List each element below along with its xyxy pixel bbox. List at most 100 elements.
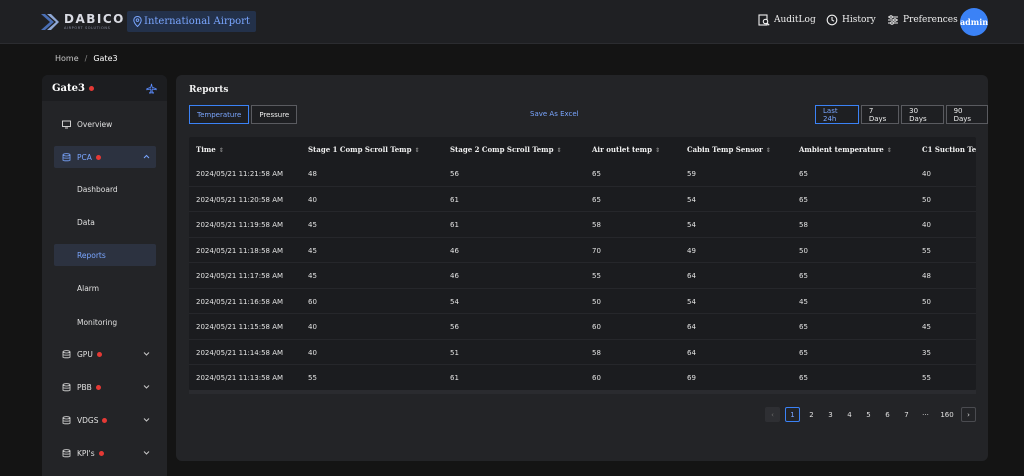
table-cell: 55 <box>592 272 601 280</box>
range-90-days[interactable]: 90 Days <box>945 105 988 124</box>
table-cell: 48 <box>922 272 931 280</box>
range-30-days[interactable]: 30 Days <box>901 105 944 124</box>
table-cell: 45 <box>922 323 931 331</box>
column-header-label: Stage 1 Comp Scroll Temp <box>308 145 412 154</box>
table-cell: 64 <box>687 272 696 280</box>
range-last-24h[interactable]: Last 24h <box>815 105 859 124</box>
page-1[interactable]: 1 <box>785 407 800 422</box>
page-last[interactable]: 160 <box>937 407 957 422</box>
table-cell: 51 <box>450 348 459 357</box>
table-row: 2024/05/21 11:17:58 AM 45 46 55 64 65 48 <box>189 263 976 289</box>
breadcrumb-home[interactable]: Home <box>55 54 79 63</box>
table-cell: 40 <box>308 195 317 204</box>
table-header: Time ⇕ Stage 1 Comp Scroll Temp ⇕ Stage 2 Co… <box>189 137 976 161</box>
sidebar-item-kpis[interactable]: KPI's <box>54 442 156 464</box>
sort-icon[interactable]: ⇕ <box>557 147 562 154</box>
chevron-down-icon <box>143 385 150 389</box>
page-4[interactable]: 4 <box>842 407 857 422</box>
chevron-down-icon <box>143 352 150 356</box>
table-cell: 60 <box>592 323 601 331</box>
column-header[interactable]: C1 Suction Ten <box>922 145 976 154</box>
sidebar: Gate3 Overview PCA Dashboard Data Report… <box>42 75 167 476</box>
sidebar-subitem-reports[interactable]: Reports <box>54 244 156 266</box>
table-cell: 65 <box>799 195 808 204</box>
save-as-excel-button[interactable]: Save As Excel <box>530 110 579 118</box>
breadcrumb: Home / Gate3 <box>55 54 118 63</box>
table-row: 2024/05/21 11:15:58 AM 40 56 60 64 65 45 <box>189 314 976 340</box>
breadcrumb-separator: / <box>84 54 88 63</box>
table-cell: 61 <box>450 195 459 204</box>
column-header[interactable]: Stage 2 Comp Scroll Temp ⇕ <box>450 145 562 154</box>
auditlog-link[interactable]: AuditLog <box>758 14 816 26</box>
column-header[interactable]: Air outlet temp ⇕ <box>592 145 660 154</box>
table-cell: 2024/05/21 11:21:58 AM <box>196 170 284 178</box>
tab-temperature[interactable]: Temperature <box>189 105 250 124</box>
sidebar-item-label: VDGS <box>77 415 99 425</box>
prev-page-button[interactable]: ‹ <box>765 407 780 422</box>
page-5[interactable]: 5 <box>861 407 876 422</box>
table-cell: 40 <box>922 221 931 229</box>
sidebar-item-pca[interactable]: PCA <box>54 146 156 168</box>
next-page-button[interactable]: › <box>961 407 976 422</box>
sidebar-subitem-data[interactable]: Data <box>54 211 156 233</box>
sort-icon[interactable]: ⇕ <box>655 147 660 154</box>
brand-logo[interactable]: DABICO AIRPORT SOLUTIONS <box>40 10 125 34</box>
alert-dot <box>98 450 104 456</box>
page-2[interactable]: 2 <box>804 407 819 422</box>
sidebar-item-overview[interactable]: Overview <box>54 113 156 135</box>
user-avatar[interactable]: admin <box>960 8 988 36</box>
table-cell: 61 <box>450 374 459 382</box>
history-link[interactable]: History <box>826 14 876 26</box>
report-type-tabs: Temperature Pressure <box>189 105 298 124</box>
table-row: 2024/05/21 11:21:58 AM 48 56 65 59 65 40 <box>189 161 976 187</box>
table-cell: 55 <box>308 374 317 382</box>
plane-icon[interactable] <box>146 83 157 94</box>
page-7[interactable]: 7 <box>899 407 914 422</box>
audit-search-icon <box>758 14 770 26</box>
sidebar-item-label: PCA <box>77 152 92 162</box>
table-row: 2024/05/21 11:19:58 AM 45 61 58 54 58 40 <box>189 212 976 238</box>
database-icon <box>62 382 71 391</box>
sort-icon[interactable]: ⇕ <box>219 147 224 154</box>
table-cell: 45 <box>799 297 808 306</box>
table-cell: 49 <box>687 246 696 255</box>
table-cell: 2024/05/21 11:14:58 AM <box>196 348 284 357</box>
sort-icon[interactable]: ⇕ <box>887 147 892 154</box>
page-3[interactable]: 3 <box>823 407 838 422</box>
table-cell: 65 <box>799 323 808 331</box>
column-header-label: Time <box>196 145 216 154</box>
column-header[interactable]: Time ⇕ <box>196 145 224 154</box>
sidebar-item-vdgs[interactable]: VDGS <box>54 409 156 431</box>
table-cell: 46 <box>450 246 459 255</box>
database-icon <box>62 152 71 161</box>
table-cell: 45 <box>308 272 317 280</box>
table-cell: 2024/05/21 11:15:58 AM <box>196 323 284 331</box>
alert-dot <box>95 154 101 160</box>
time-range-tabs: Last 24h 7 Days 30 Days 90 Days <box>815 105 988 124</box>
sidebar-item-pbb[interactable]: PBB <box>54 376 156 398</box>
chevron-up-icon <box>143 154 150 159</box>
sidebar-item-label: GPU <box>77 349 93 359</box>
sidebar-subitem-alarm[interactable]: Alarm <box>54 277 156 299</box>
column-header[interactable]: Ambient temperature ⇕ <box>799 145 892 154</box>
horizontal-scrollbar[interactable] <box>189 390 976 394</box>
sort-icon[interactable]: ⇕ <box>766 147 771 154</box>
sidebar-subitem-monitoring[interactable]: Monitoring <box>54 311 156 333</box>
sidebar-subitem-dashboard[interactable]: Dashboard <box>54 178 156 200</box>
sidebar-item-gpu[interactable]: GPU <box>54 343 156 365</box>
tab-pressure[interactable]: Pressure <box>251 105 298 124</box>
range-7-days[interactable]: 7 Days <box>860 105 900 124</box>
column-header[interactable]: Stage 1 Comp Scroll Temp ⇕ <box>308 145 420 154</box>
table-cell: 55 <box>922 374 931 382</box>
table-row: 2024/05/21 11:14:58 AM 40 51 58 64 65 35 <box>189 340 976 365</box>
chevron-down-icon <box>143 418 150 422</box>
sort-icon[interactable]: ⇕ <box>415 147 420 154</box>
page-6[interactable]: 6 <box>880 407 895 422</box>
table-cell: 45 <box>308 221 317 229</box>
airport-selector[interactable]: International Airport <box>127 11 256 32</box>
sidebar-item-label: Overview <box>77 119 113 129</box>
column-header[interactable]: Cabin Temp Sensor ⇕ <box>687 145 771 154</box>
preferences-link[interactable]: Preferences <box>887 14 958 26</box>
table-cell: 54 <box>687 221 696 229</box>
table-cell: 58 <box>799 221 808 229</box>
